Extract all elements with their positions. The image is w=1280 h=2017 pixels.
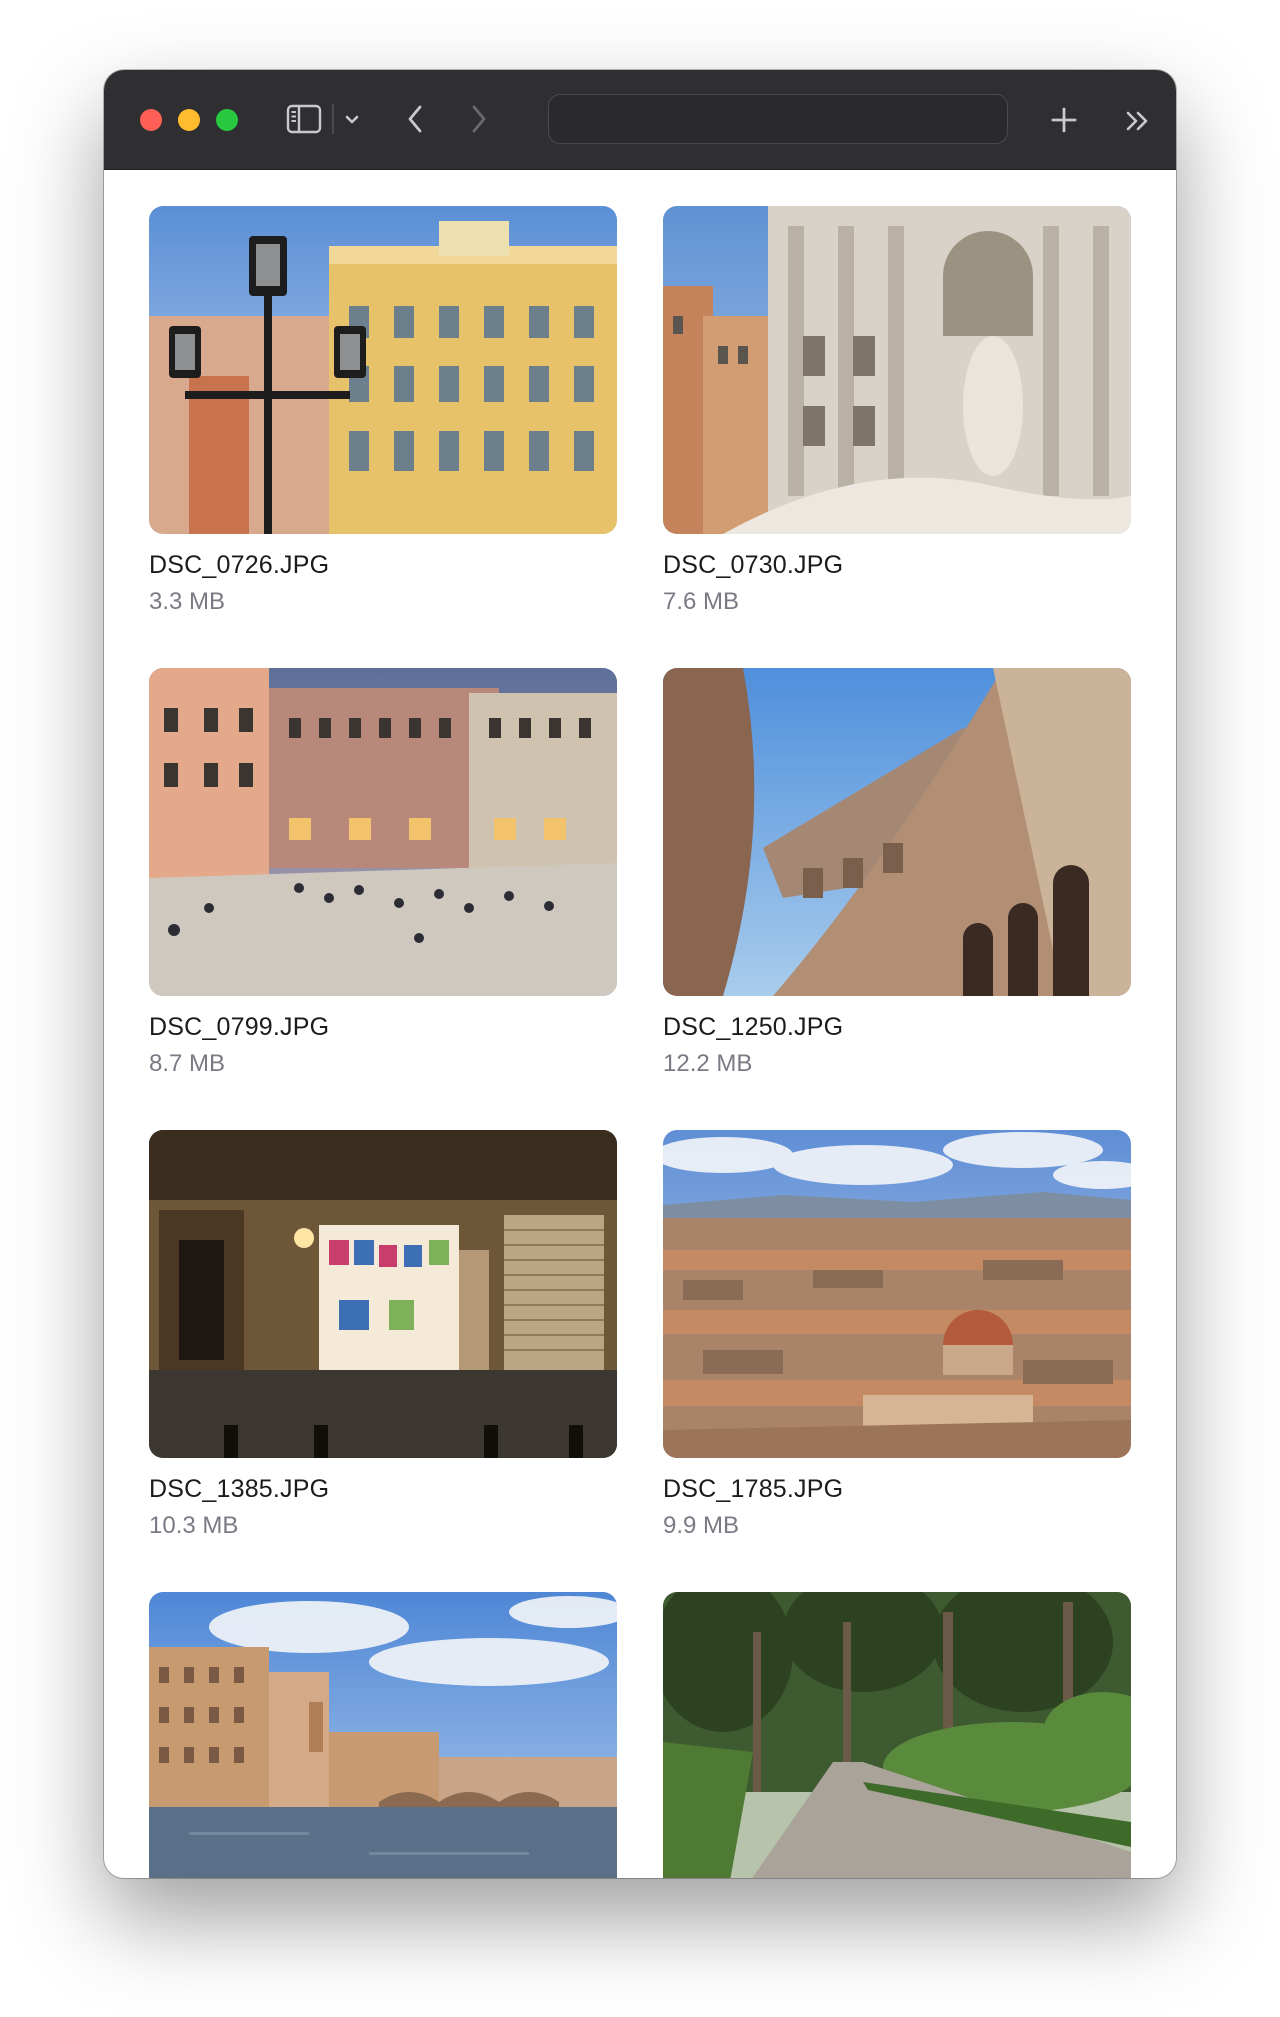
photo-thumbnail[interactable]: [149, 1130, 617, 1458]
photo-thumbnail[interactable]: [663, 668, 1131, 996]
photo-thumbnail[interactable]: [149, 206, 617, 534]
photo-card[interactable]: [149, 1592, 617, 1878]
photo-filename: DSC_0730.JPG: [663, 551, 844, 579]
photo-card[interactable]: DSC_0799.JPG 8.7 MB: [149, 668, 617, 1078]
minimize-window-button[interactable]: [178, 109, 200, 131]
photo-filename: DSC_0726.JPG: [149, 551, 330, 579]
photo-filesize: 8.7 MB: [149, 1050, 226, 1077]
photo-filesize: 7.6 MB: [663, 588, 740, 615]
photo-thumbnail[interactable]: [663, 206, 1131, 534]
plus-icon[interactable]: [1048, 104, 1080, 136]
photo-card[interactable]: DSC_1785.JPG 9.9 MB: [663, 1130, 1131, 1540]
sidebar-icon[interactable]: [286, 104, 322, 134]
photo-card[interactable]: DSC_1385.JPG 10.3 MB: [149, 1130, 617, 1540]
toolbar-divider: [332, 104, 334, 134]
photo-gallery: DSC_0726.JPG 3.3 MB DSC_0730.JPG 7.6 MB …: [104, 170, 1176, 1878]
photo-thumbnail[interactable]: [149, 668, 617, 996]
zoom-window-button[interactable]: [216, 109, 238, 131]
photo-filename: DSC_0799.JPG: [149, 1013, 330, 1041]
photo-filename: DSC_1250.JPG: [663, 1013, 844, 1041]
photo-filename: DSC_1785.JPG: [663, 1475, 844, 1503]
toolbar: [104, 70, 1176, 170]
photo-filename: DSC_1385.JPG: [149, 1475, 330, 1503]
close-window-button[interactable]: [140, 109, 162, 131]
photo-card[interactable]: DSC_0726.JPG 3.3 MB: [149, 206, 617, 616]
photo-thumbnail[interactable]: [663, 1592, 1131, 1878]
photo-filesize: 9.9 MB: [663, 1512, 740, 1539]
chevron-left-icon[interactable]: [402, 102, 428, 136]
photo-filesize: 10.3 MB: [149, 1512, 239, 1539]
chevron-right-icon[interactable]: [466, 102, 492, 136]
photo-thumbnail[interactable]: [149, 1592, 617, 1878]
browser-window: DSC_0726.JPG 3.3 MB DSC_0730.JPG 7.6 MB …: [104, 70, 1176, 1878]
address-bar[interactable]: [548, 94, 1008, 144]
photo-card[interactable]: DSC_0730.JPG 7.6 MB: [663, 206, 1131, 616]
chevron-down-icon[interactable]: [342, 110, 362, 130]
photo-card[interactable]: DSC_1250.JPG 12.2 MB: [663, 668, 1131, 1078]
photo-filesize: 12.2 MB: [663, 1050, 753, 1077]
photo-card[interactable]: [663, 1592, 1131, 1878]
double-chevron-right-icon[interactable]: [1122, 106, 1154, 136]
photo-filesize: 3.3 MB: [149, 588, 226, 615]
photo-thumbnail[interactable]: [663, 1130, 1131, 1458]
